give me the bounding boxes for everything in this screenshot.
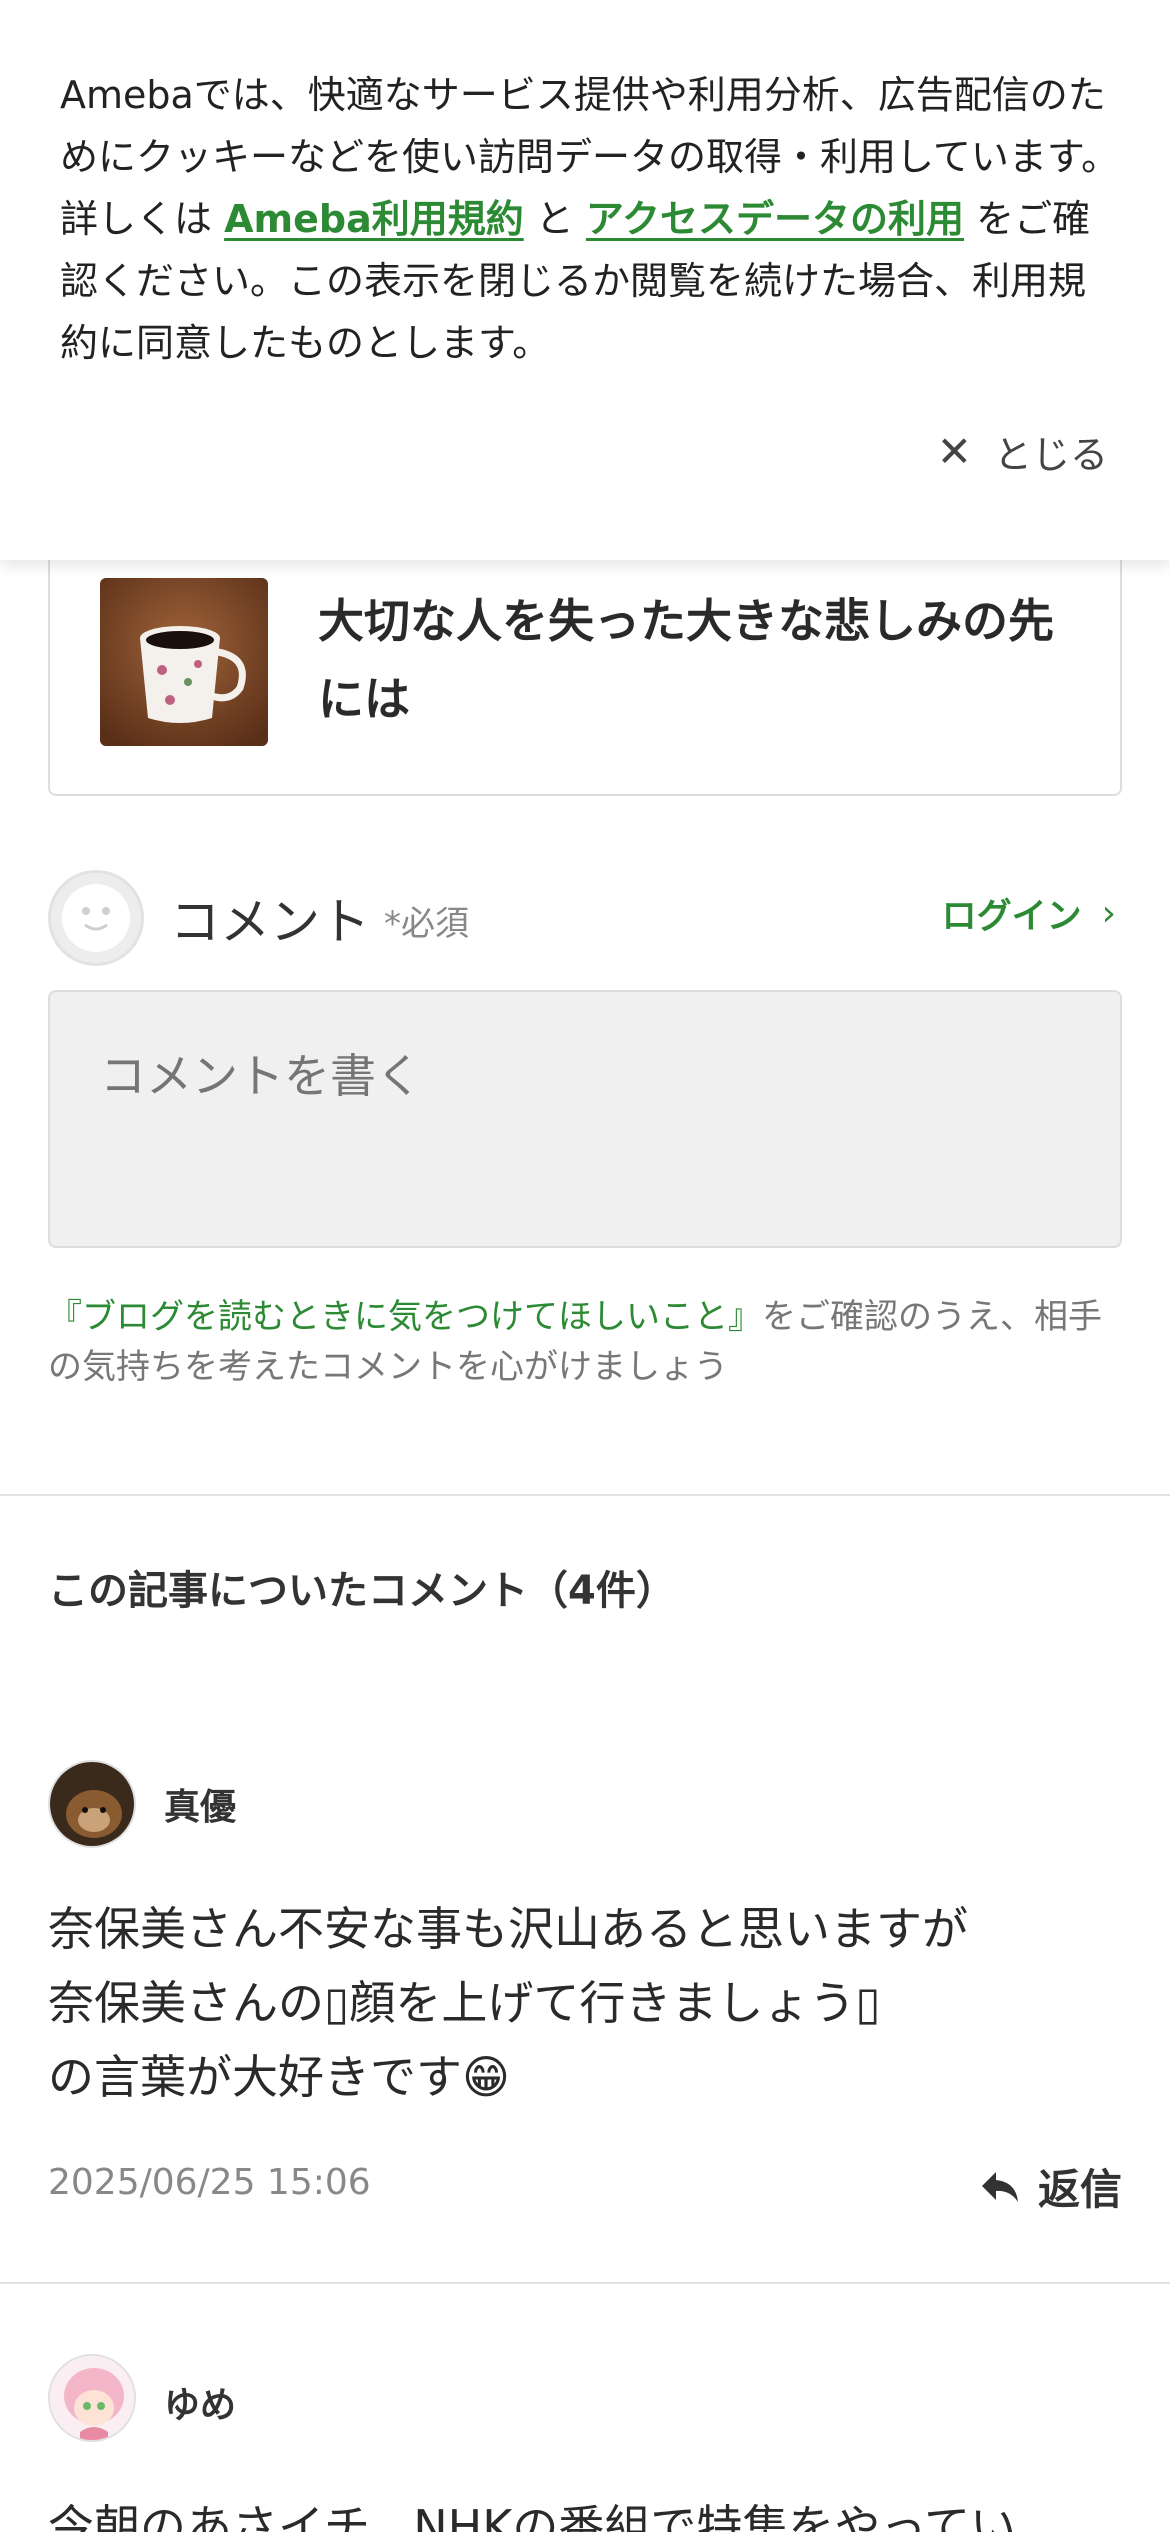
section-divider [0,1494,1170,1496]
comment-body: 今朝のあさイチ、NHKの番組で特集をやってい [48,2500,1017,2532]
default-avatar [48,870,144,966]
comment-divider [0,2282,1170,2284]
chevron-right-icon: › [1101,893,1116,934]
comment-date: 2025/06/25 15:06 [48,2162,371,2203]
guideline-link[interactable]: 『ブログを読むときに気をつけてほしいこと』 [48,1297,762,1337]
related-article-card[interactable]: 大切な人を失った大きな悲しみの先には [48,520,1122,796]
login-label: ログイン [941,897,1082,937]
related-article-title: 大切な人を失った大きな悲しみの先には [318,594,1054,726]
comment-author[interactable]: 真優 [164,1778,236,1830]
access-data-link[interactable]: アクセスデータの利用 [586,197,964,241]
reply-label: 返信 [1037,2165,1122,2214]
comment-body: 奈保美さん不安な事も沢山あると思いますが 奈保美さんの▯顔を上げて行きましょう▯… [48,1902,968,2104]
close-icon: ✕ [936,427,972,476]
avatar[interactable] [48,1760,136,1848]
avatar[interactable] [48,2354,136,2442]
cookie-close-label: とじる [993,433,1108,477]
comment-label: コメント [170,893,370,951]
login-link[interactable]: ログイン › [942,888,1116,939]
comment-input[interactable] [48,990,1122,1248]
cookie-consent-banner: Amebaでは、快適なサービス提供や利用分析、広告配信のためにクッキーなどを使い… [0,0,1170,560]
reply-icon [981,2171,1018,2202]
article-thumbnail [100,578,268,746]
cookie-text-and: と [523,197,586,241]
required-marker: *必須 [384,904,469,944]
comment-author[interactable]: ゆめ [164,2376,236,2428]
cookie-consent-text: Amebaでは、快適なサービス提供や利用分析、広告配信のためにクッキーなどを使い… [60,64,1120,374]
comment-guideline-notice: 『ブログを読むときに気をつけてほしいこと』をご確認のうえ、相手の気持ちを考えたコ… [48,1292,1128,1392]
reply-button[interactable]: 返信 [980,2156,1122,2217]
terms-link[interactable]: Ameba利用規約 [224,197,524,241]
comments-section-title: この記事についたコメント（4件） [48,1568,676,1614]
cookie-close-button[interactable]: ✕ とじる [937,424,1108,479]
